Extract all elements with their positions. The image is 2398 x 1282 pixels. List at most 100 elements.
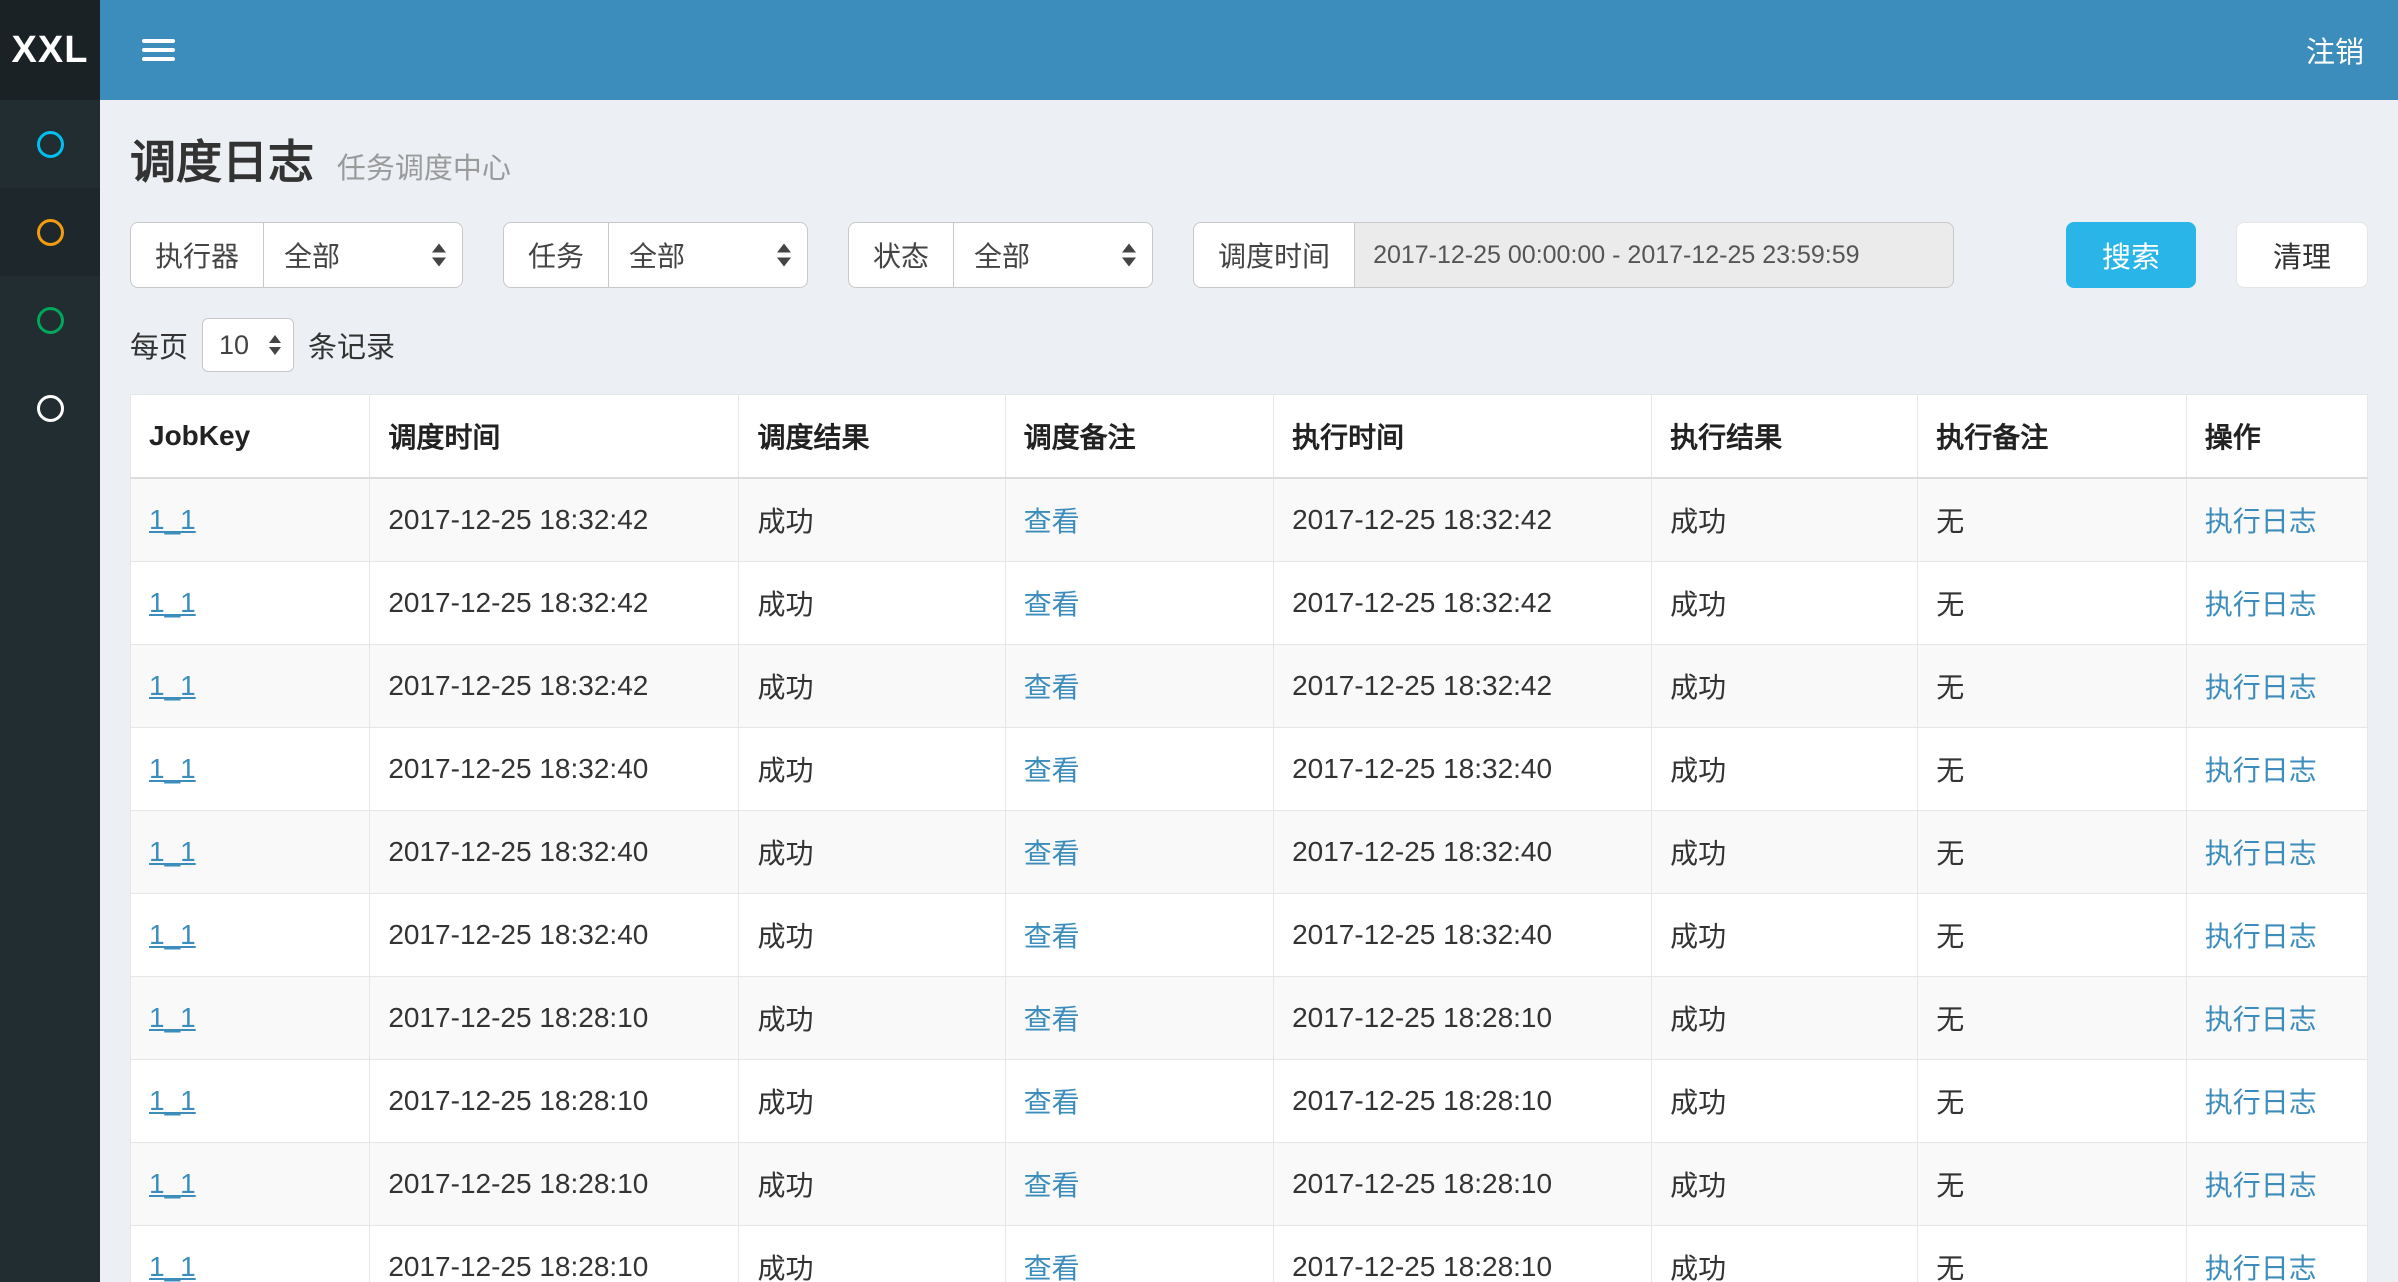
handle-msg-cell: 无 xyxy=(1918,894,2186,977)
jobkey-link[interactable]: 1_1 xyxy=(149,1168,196,1199)
exec-log-link[interactable]: 执行日志 xyxy=(2205,1253,2317,1282)
trigger-msg-link[interactable]: 查看 xyxy=(1024,1004,1080,1035)
exec-log-link[interactable]: 执行日志 xyxy=(2205,589,2317,620)
jobkey-link[interactable]: 1_1 xyxy=(149,670,196,701)
sidebar-item-1[interactable] xyxy=(0,100,100,188)
table-header-row: JobKey 调度时间 调度结果 调度备注 执行时间 执行结果 执行备注 操作 xyxy=(131,395,2368,479)
trigger-time-filter-group: 调度时间 xyxy=(1193,222,1954,288)
trigger-result-cell: 成功 xyxy=(739,811,1005,894)
trigger-msg-link[interactable]: 查看 xyxy=(1024,1253,1080,1282)
trigger-time-cell: 2017-12-25 18:32:40 xyxy=(370,894,739,977)
trigger-msg-link[interactable]: 查看 xyxy=(1024,838,1080,869)
jobkey-link[interactable]: 1_1 xyxy=(149,836,196,867)
job-select-value: 全部 xyxy=(629,235,685,275)
logo[interactable]: XXL xyxy=(0,0,100,100)
clear-button[interactable]: 清理 xyxy=(2236,222,2368,288)
trigger-msg-link[interactable]: 查看 xyxy=(1024,755,1080,786)
handle-time-cell: 2017-12-25 18:32:40 xyxy=(1274,894,1652,977)
sidebar-item-2[interactable] xyxy=(0,188,100,276)
handle-msg-cell: 无 xyxy=(1918,478,2186,562)
trigger-time-range-input[interactable] xyxy=(1354,222,1954,288)
header-handle-msg: 执行备注 xyxy=(1918,395,2186,479)
trigger-result-cell: 成功 xyxy=(739,478,1005,562)
table-row: 1_1 2017-12-25 18:32:40 成功 查看 2017-12-25… xyxy=(131,811,2368,894)
handle-time-cell: 2017-12-25 18:32:42 xyxy=(1274,478,1652,562)
handle-msg-cell: 无 xyxy=(1918,728,2186,811)
table-row: 1_1 2017-12-25 18:32:42 成功 查看 2017-12-25… xyxy=(131,562,2368,645)
search-button[interactable]: 搜索 xyxy=(2066,222,2196,288)
page-size-select[interactable]: 10 xyxy=(202,318,294,372)
table-row: 1_1 2017-12-25 18:28:10 成功 查看 2017-12-25… xyxy=(131,1226,2368,1282)
job-select[interactable]: 全部 xyxy=(608,222,808,288)
trigger-result-cell: 成功 xyxy=(739,1060,1005,1143)
handle-result-cell: 成功 xyxy=(1652,894,1918,977)
jobkey-link[interactable]: 1_1 xyxy=(149,919,196,950)
handle-time-cell: 2017-12-25 18:32:42 xyxy=(1274,562,1652,645)
hamburger-icon xyxy=(142,39,175,61)
handle-result-cell: 成功 xyxy=(1652,1060,1918,1143)
page-length-row: 每页 10 条记录 xyxy=(130,318,2368,372)
exec-log-link[interactable]: 执行日志 xyxy=(2205,921,2317,952)
circle-icon xyxy=(37,219,64,246)
exec-log-link[interactable]: 执行日志 xyxy=(2205,755,2317,786)
trigger-result-cell: 成功 xyxy=(739,894,1005,977)
trigger-result-cell: 成功 xyxy=(739,1143,1005,1226)
main-layout: 调度日志 任务调度中心 执行器 全部 任务 全部 状态 xyxy=(0,100,2398,1282)
handle-time-cell: 2017-12-25 18:28:10 xyxy=(1274,1226,1652,1282)
status-filter-group: 状态 全部 xyxy=(848,222,1153,288)
exec-log-link[interactable]: 执行日志 xyxy=(2205,506,2317,537)
navbar-main: 注销 xyxy=(100,0,2398,100)
trigger-msg-link[interactable]: 查看 xyxy=(1024,1087,1080,1118)
select-stepper-icon xyxy=(777,244,791,267)
handle-msg-cell: 无 xyxy=(1918,645,2186,728)
status-select-value: 全部 xyxy=(974,235,1030,275)
handle-time-cell: 2017-12-25 18:28:10 xyxy=(1274,1143,1652,1226)
handle-msg-cell: 无 xyxy=(1918,1143,2186,1226)
trigger-result-cell: 成功 xyxy=(739,645,1005,728)
exec-log-link[interactable]: 执行日志 xyxy=(2205,1170,2317,1201)
jobkey-link[interactable]: 1_1 xyxy=(149,1002,196,1033)
trigger-msg-link[interactable]: 查看 xyxy=(1024,672,1080,703)
circle-icon xyxy=(37,131,64,158)
handle-time-cell: 2017-12-25 18:32:40 xyxy=(1274,728,1652,811)
handle-result-cell: 成功 xyxy=(1652,811,1918,894)
trigger-result-cell: 成功 xyxy=(739,1226,1005,1282)
page-size-value: 10 xyxy=(219,330,249,361)
table-row: 1_1 2017-12-25 18:28:10 成功 查看 2017-12-25… xyxy=(131,1143,2368,1226)
jobkey-link[interactable]: 1_1 xyxy=(149,753,196,784)
executor-select-value: 全部 xyxy=(284,235,340,275)
handle-time-cell: 2017-12-25 18:28:10 xyxy=(1274,977,1652,1060)
logout-link[interactable]: 注销 xyxy=(2306,29,2364,71)
trigger-msg-link[interactable]: 查看 xyxy=(1024,506,1080,537)
trigger-msg-link[interactable]: 查看 xyxy=(1024,589,1080,620)
table-row: 1_1 2017-12-25 18:32:40 成功 查看 2017-12-25… xyxy=(131,894,2368,977)
sidebar-toggle-button[interactable] xyxy=(132,24,185,76)
trigger-time-cell: 2017-12-25 18:32:40 xyxy=(370,811,739,894)
jobkey-link[interactable]: 1_1 xyxy=(149,587,196,618)
executor-select[interactable]: 全部 xyxy=(263,222,463,288)
header-trigger-result: 调度结果 xyxy=(739,395,1005,479)
header-trigger-time: 调度时间 xyxy=(370,395,739,479)
handle-result-cell: 成功 xyxy=(1652,562,1918,645)
select-stepper-icon xyxy=(432,244,446,267)
jobkey-link[interactable]: 1_1 xyxy=(149,504,196,535)
exec-log-link[interactable]: 执行日志 xyxy=(2205,1004,2317,1035)
trigger-msg-link[interactable]: 查看 xyxy=(1024,921,1080,952)
executor-filter-label: 执行器 xyxy=(130,222,263,288)
trigger-time-cell: 2017-12-25 18:32:42 xyxy=(370,562,739,645)
sidebar-item-4[interactable] xyxy=(0,364,100,452)
exec-log-link[interactable]: 执行日志 xyxy=(2205,1087,2317,1118)
trigger-result-cell: 成功 xyxy=(739,562,1005,645)
handle-result-cell: 成功 xyxy=(1652,645,1918,728)
job-filter-group: 任务 全部 xyxy=(503,222,808,288)
exec-log-link[interactable]: 执行日志 xyxy=(2205,838,2317,869)
jobkey-link[interactable]: 1_1 xyxy=(149,1251,196,1282)
table-row: 1_1 2017-12-25 18:32:42 成功 查看 2017-12-25… xyxy=(131,645,2368,728)
handle-result-cell: 成功 xyxy=(1652,977,1918,1060)
exec-log-link[interactable]: 执行日志 xyxy=(2205,672,2317,703)
handle-msg-cell: 无 xyxy=(1918,977,2186,1060)
jobkey-link[interactable]: 1_1 xyxy=(149,1085,196,1116)
trigger-msg-link[interactable]: 查看 xyxy=(1024,1170,1080,1201)
status-select[interactable]: 全部 xyxy=(953,222,1153,288)
sidebar-item-3[interactable] xyxy=(0,276,100,364)
